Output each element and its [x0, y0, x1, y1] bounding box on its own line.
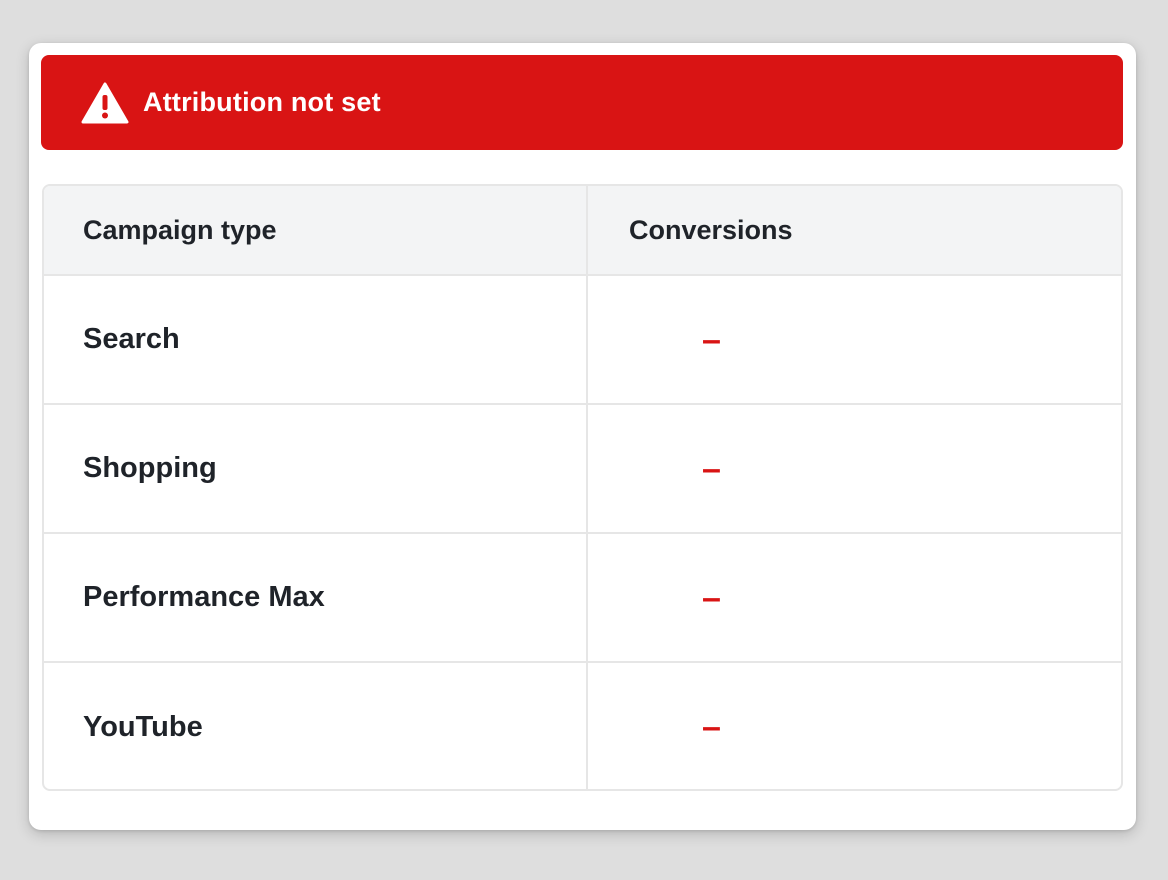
empty-value-dash: – [702, 320, 721, 359]
conversions-cell: – [588, 663, 1121, 789]
error-banner: Attribution not set [41, 55, 1123, 150]
table-row[interactable]: Performance Max – [44, 534, 1121, 663]
campaign-type-cell: Search [44, 276, 588, 403]
table-row[interactable]: YouTube – [44, 663, 1121, 789]
table-row[interactable]: Shopping – [44, 405, 1121, 534]
conversions-cell: – [588, 534, 1121, 661]
column-header-conversions[interactable]: Conversions [588, 186, 1121, 274]
campaign-type-cell: YouTube [44, 663, 588, 789]
empty-value-dash: – [702, 578, 721, 617]
attribution-card: Attribution not set Campaign type Conver… [29, 43, 1136, 830]
warning-icon [81, 81, 129, 125]
campaign-table: Campaign type Conversions Search – Shopp… [42, 184, 1123, 791]
empty-value-dash: – [702, 449, 721, 488]
empty-value-dash: – [702, 708, 721, 746]
column-header-campaign-type[interactable]: Campaign type [44, 186, 588, 274]
campaign-type-cell: Performance Max [44, 534, 588, 661]
table-header: Campaign type Conversions [44, 186, 1121, 276]
banner-message: Attribution not set [143, 87, 381, 117]
campaign-type-cell: Shopping [44, 405, 588, 532]
table-row[interactable]: Search – [44, 276, 1121, 405]
conversions-cell: – [588, 276, 1121, 403]
conversions-cell: – [588, 405, 1121, 532]
